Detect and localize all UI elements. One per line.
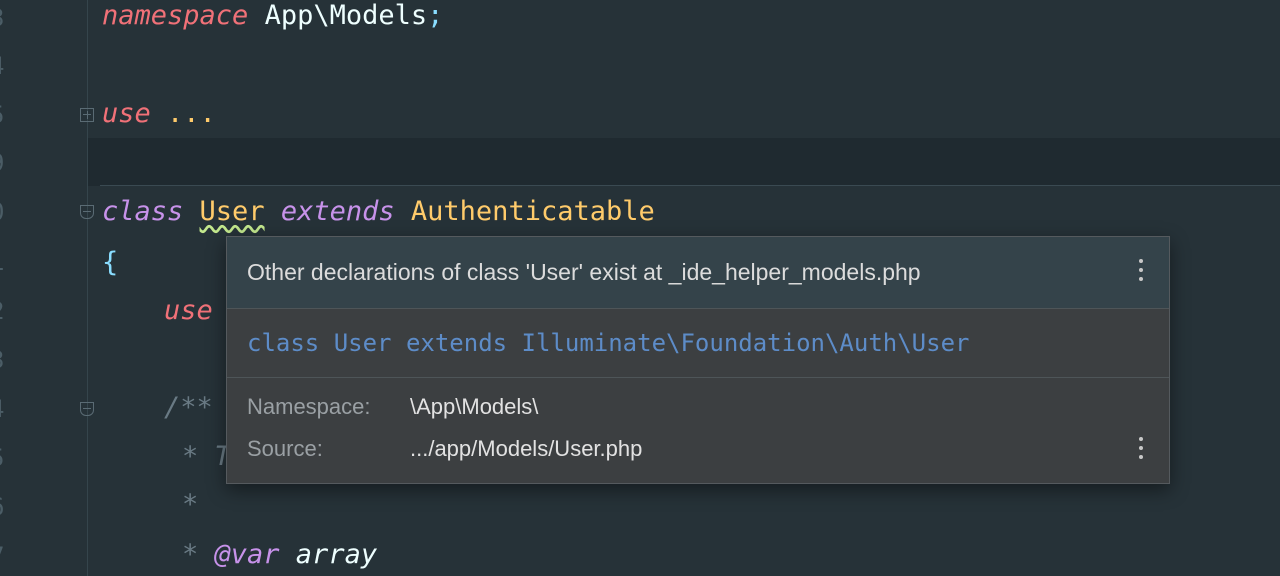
line-number: 6	[0, 495, 10, 519]
line-number: 1	[0, 250, 10, 274]
doc-comment-star: *	[182, 539, 215, 570]
line-number: 2	[0, 299, 10, 323]
popup-header: Other declarations of class 'User' exist…	[227, 237, 1169, 309]
code-line-trait-use[interactable]: use	[164, 291, 213, 331]
code-line-doc-1[interactable]: * T	[182, 437, 231, 477]
code-line-open-brace[interactable]: {	[102, 243, 118, 283]
open-brace: {	[102, 247, 119, 278]
code-line-doc-open[interactable]: /**	[164, 388, 213, 428]
line-number-gutter: 3 4 5 9 0 1 2 3 4 5 6 7	[0, 0, 88, 576]
duplicate-declaration-message: Other declarations of class 'User' exist…	[247, 259, 921, 285]
namespace-keyword: namespace	[102, 0, 249, 31]
source-label: Source:	[247, 436, 323, 461]
more-options-icon[interactable]	[1137, 259, 1145, 285]
gutter-divider	[87, 0, 88, 576]
class-keyword: class	[102, 196, 184, 227]
line-number: 7	[0, 544, 10, 568]
popup-divider	[227, 377, 1169, 378]
code-line-namespace[interactable]: namespace App\Models;	[102, 0, 443, 36]
use-keyword: use	[102, 98, 151, 129]
declaration-info-popup[interactable]: Other declarations of class 'User' exist…	[226, 236, 1170, 484]
namespace-label: Namespace:	[247, 394, 371, 419]
use-trait-keyword: use	[164, 295, 213, 326]
declaration-signature-link[interactable]: class User extends Illuminate\Foundation…	[247, 329, 969, 357]
folded-imports[interactable]: ...	[151, 98, 216, 129]
line-number: 5	[0, 446, 10, 470]
line-number: 5	[0, 103, 10, 127]
line-number: 0	[0, 200, 10, 224]
source-value[interactable]: .../app/Models/User.php	[410, 436, 642, 462]
doc-comment-text: * T	[182, 441, 231, 472]
code-line-doc-var[interactable]: * @var array	[182, 535, 377, 575]
namespace-value: \App\Models\	[410, 394, 539, 419]
fold-collapse-icon[interactable]	[80, 402, 94, 416]
fold-collapse-icon[interactable]	[80, 205, 94, 219]
fold-expand-icon[interactable]	[80, 108, 94, 122]
doc-var-tag: @var	[214, 539, 280, 570]
doc-comment-open: /**	[164, 392, 213, 423]
doc-var-type: array	[279, 539, 378, 570]
code-line-doc-2[interactable]: *	[182, 485, 198, 525]
code-line-class[interactable]: class User extends Authenticatable	[102, 192, 655, 232]
current-line-border	[100, 185, 1280, 186]
line-number: 4	[0, 397, 10, 421]
extends-keyword: extends	[280, 196, 395, 227]
line-number: 4	[0, 54, 10, 78]
parent-class-name[interactable]: Authenticatable	[411, 196, 655, 227]
line-number: 3	[0, 348, 10, 372]
doc-comment-star: *	[182, 489, 199, 520]
code-line-use-folded[interactable]: use ...	[102, 94, 216, 134]
line-number: 9	[0, 151, 10, 175]
line-number: 3	[0, 6, 10, 30]
class-name[interactable]: User	[200, 196, 265, 227]
semicolon: ;	[427, 0, 444, 31]
more-options-icon[interactable]	[1137, 437, 1145, 463]
namespace-name: App\Models	[248, 0, 428, 31]
current-line-highlight	[0, 138, 1280, 186]
